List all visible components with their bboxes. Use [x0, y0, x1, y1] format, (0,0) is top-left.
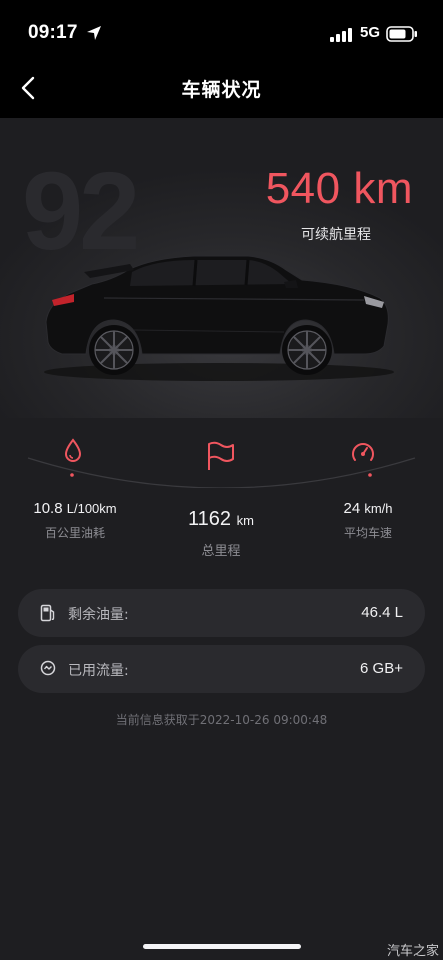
nav-bar: 车辆状况	[0, 58, 443, 118]
vehicle-hero: 92 540 km 可续航里程	[0, 118, 443, 418]
car-image	[44, 255, 394, 381]
range-value: 540 km	[265, 164, 413, 213]
flag-icon	[208, 441, 234, 470]
fuel-consumption-label: 百公里油耗	[44, 526, 105, 540]
data-usage-card[interactable]: 已用流量: 6 GB+	[18, 645, 425, 693]
speedometer-icon	[352, 443, 374, 461]
average-speed-unit: km/h	[364, 501, 393, 516]
fuel-consumption-unit: L/100km	[66, 501, 117, 516]
data-usage-value: 6 GB+	[360, 660, 403, 677]
page-title: 车辆状况	[181, 79, 262, 101]
location-arrow-icon	[87, 26, 101, 40]
fuel-pump-icon	[40, 604, 55, 622]
battery-icon	[386, 26, 417, 42]
remaining-fuel-value: 46.4 L	[361, 604, 403, 621]
rear-wheel	[89, 325, 139, 375]
status-time: 09:17	[28, 22, 78, 43]
fuel-consumption-value: 10.8 L/100km	[33, 500, 117, 517]
data-usage-icon	[40, 660, 56, 676]
average-speed-value: 24 km/h	[343, 500, 393, 517]
front-wheel	[282, 325, 332, 375]
home-indicator[interactable]	[143, 944, 301, 949]
total-mileage-label: 总里程	[201, 544, 241, 559]
data-usage-label: 已用流量:	[68, 663, 129, 679]
total-mileage-value: 1162 km	[188, 508, 254, 530]
average-speed-label: 平均车速	[343, 526, 392, 540]
range-label: 可续航里程	[301, 227, 371, 243]
remaining-fuel-label: 剩余油量:	[68, 607, 129, 623]
update-timestamp: 当前信息获取于2022-10-26 09:00:48	[115, 713, 328, 727]
network-label: 5G	[360, 24, 381, 41]
remaining-fuel-card[interactable]: 剩余油量: 46.4 L	[18, 589, 425, 637]
signal-bars-icon	[330, 28, 352, 42]
status-bar: 09:17 5G	[0, 0, 443, 58]
droplet-icon	[64, 438, 82, 462]
total-mileage-unit: km	[236, 513, 254, 528]
watermark: 汽车之家	[386, 944, 439, 959]
